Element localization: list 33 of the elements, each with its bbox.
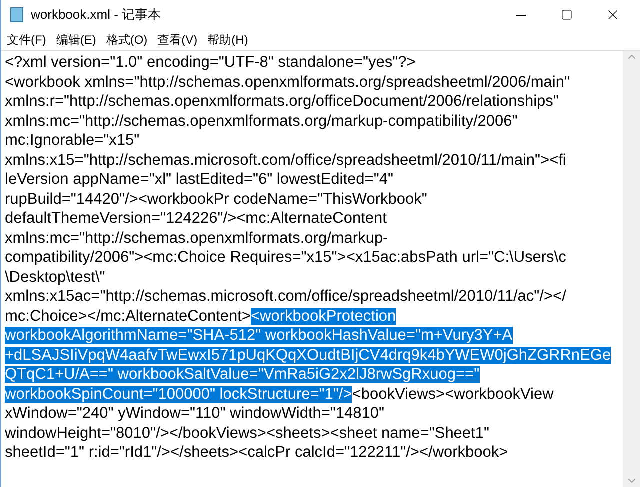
text-line: xmlns:r="http://schemas.openxmlformats.org/officeDocument/2006/relationships" bbox=[5, 93, 559, 110]
menu-item[interactable]: 格式(O) bbox=[106, 31, 148, 49]
menu-item[interactable]: 查看(V) bbox=[158, 31, 198, 49]
text-line: xWindow="240" yWindow="110" windowWidth="14810" bbox=[5, 405, 385, 422]
text-line: windowHeight="8010"/></bookViews><sheets><sheet name="Sheet1" bbox=[5, 424, 490, 442]
selected-text: QTqC1+U/A==" workbookSaltValue="VmRa5iG2x2lJ8rwSgRxuog==" bbox=[5, 366, 480, 383]
maximize-icon bbox=[561, 9, 573, 21]
text-line: rupBuild="14420"/><workbookPr codeName="ThisWorkbook" bbox=[5, 190, 428, 208]
menu-item[interactable]: 帮助(H) bbox=[208, 31, 248, 49]
text-line: leVersion appName="xl" lastEdited="6" lowestEdited="4" bbox=[5, 171, 394, 188]
selected-text: <workbookProtection bbox=[250, 308, 396, 324]
minimize-icon bbox=[516, 14, 526, 16]
text-line: mc:Choice></mc:AlternateContent> bbox=[5, 308, 251, 324]
notepad-icon bbox=[9, 7, 25, 23]
text-line: sheetId="1" r:id="rId1"/></sheets><calcPr calcId="122211"/></workbook> bbox=[5, 444, 508, 461]
selected-text: workbookSpinCount="100000" lockStructure="1"/> bbox=[5, 386, 352, 402]
menu-item[interactable]: 编辑(E) bbox=[56, 31, 96, 49]
text-line: <bookViews><workbookView bbox=[352, 386, 554, 402]
text-line: <?xml version="1.0" encoding="UTF-8" standalone="yes"?> bbox=[5, 54, 416, 71]
text-line: compatibility/2006"><mc:Choice Requires="x15"><x15ac:absPath url="C:\Users\c bbox=[5, 249, 566, 266]
scrollbar[interactable] bbox=[623, 51, 640, 487]
text-line: xmlns:x15ac="http://schemas.microsoft.com/office/spreadsheetml/2010/11/ac"/></ bbox=[5, 288, 566, 305]
selected-text: +dLSAJSIiVpqW4aafvTwEwxI571pUqKQqXOudtBIjCV4drq9k4bYWEW0jGhZGRRnEGe bbox=[5, 346, 612, 364]
text-line: xmlns:mc="http://schemas.openxmlformats.org/markup- bbox=[5, 230, 388, 246]
window-title: workbook.xml - 记事本 bbox=[31, 6, 162, 24]
text-line: defaultThemeVersion="124226"/><mc:AlternateContent bbox=[5, 210, 387, 227]
selected-text: workbookAlgorithmName="SHA-512" workbookHashValue="m+Vury3Y+A bbox=[5, 327, 513, 344]
text-line: <workbook xmlns="http://schemas.openxmlformats.org/spreadsheetml/2006/main" bbox=[5, 74, 570, 90]
text-line: xmlns:x15="http://schemas.microsoft.com/office/spreadsheetml/2010/11/main"><fi bbox=[5, 152, 566, 168]
text-line: \Desktop\test\" bbox=[5, 268, 106, 286]
menu-item[interactable]: 文件(F) bbox=[7, 31, 46, 49]
text-line: xmlns:mc="http://schemas.openxmlformats.org/markup-compatibility/2006" bbox=[5, 112, 518, 130]
text-line: mc:Ignorable="x15" bbox=[5, 132, 140, 149]
